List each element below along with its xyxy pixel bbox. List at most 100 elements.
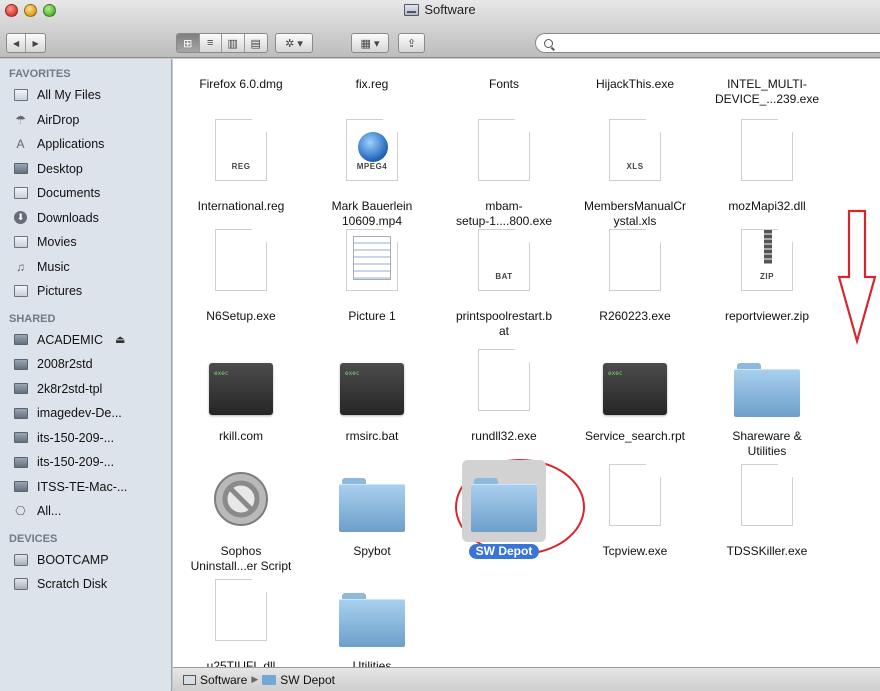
- forward-button[interactable]: ▶: [26, 34, 45, 52]
- document-icon: [741, 119, 793, 181]
- path-item-root[interactable]: Software: [200, 673, 247, 687]
- file-item[interactable]: Service_search.rpt: [567, 349, 703, 469]
- share-button[interactable]: ⇪: [398, 33, 425, 53]
- list-view-button[interactable]: ≡: [200, 34, 222, 52]
- file-item[interactable]: XLS MembersManualCr ystal.xls: [567, 119, 703, 239]
- file-item[interactable]: ZIP reportviewer.zip: [699, 229, 835, 349]
- sidebar-item-pictures[interactable]: Pictures: [0, 279, 171, 304]
- sidebar-item-label: Applications: [37, 137, 105, 152]
- file-item[interactable]: Tcpview.exe: [567, 464, 703, 584]
- path-bar: Software ▶ SW Depot: [173, 667, 880, 691]
- sidebar-item-downloads[interactable]: ⬇ Downloads: [0, 206, 171, 231]
- sidebar-item-label: Downloads: [37, 210, 99, 225]
- document-icon: [741, 464, 793, 526]
- file-item[interactable]: BAT printspoolrestart.b at: [436, 229, 572, 349]
- sidebar-item-label: AirDrop: [37, 112, 80, 127]
- sidebar-item-all-my-files[interactable]: All My Files: [0, 83, 171, 108]
- back-button[interactable]: ◀: [7, 34, 27, 52]
- sidebar-item-its-150-209[interactable]: its-150-209-...: [0, 450, 171, 475]
- search-icon: [544, 38, 553, 48]
- sidebar-item-label: Scratch Disk: [37, 577, 108, 592]
- folder-item[interactable]: Shareware & Utilities: [699, 349, 835, 469]
- sidebar-item-2008r2std[interactable]: 2008r2std: [0, 352, 171, 377]
- window-title-text: Software: [424, 2, 476, 17]
- documents-icon: [13, 186, 28, 200]
- sidebar-item-label: Movies: [37, 235, 77, 250]
- sidebar-section-header: FAVORITES: [9, 68, 71, 80]
- file-label: INTEL_MULTI- DEVICE_...239.exe: [714, 77, 820, 106]
- sidebar-item-bootcamp[interactable]: BOOTCAMP: [0, 548, 171, 573]
- sidebar-item-label: All...: [37, 504, 62, 519]
- file-item[interactable]: rundll32.exe: [436, 349, 572, 469]
- document-icon: [609, 229, 661, 291]
- sidebar-item-music[interactable]: ♫ Music: [0, 255, 171, 280]
- column-view-icon: ▥: [227, 37, 238, 50]
- search-input[interactable]: [558, 36, 858, 50]
- folder-item[interactable]: SW Depot: [436, 460, 572, 584]
- file-item[interactable]: MPEG4 Mark Bauerlein 10609.mp4: [304, 119, 440, 239]
- desktop-icon: [13, 162, 28, 176]
- file-label: reportviewer.zip: [724, 309, 810, 323]
- terminal-icon: [603, 363, 667, 415]
- icon-view-button[interactable]: ⊞: [177, 34, 200, 52]
- folder-item[interactable]: Spybot: [304, 464, 440, 584]
- sidebar-item-desktop[interactable]: Desktop: [0, 157, 171, 182]
- view-mode-control: ⊞ ≡ ▥ ▤: [176, 33, 268, 53]
- sidebar-item-label: ITSS-TE-Mac-...: [37, 479, 128, 494]
- path-item-current[interactable]: SW Depot: [280, 673, 335, 687]
- file-item[interactable]: rkill.com: [173, 349, 309, 469]
- file-label: rkill.com: [219, 429, 263, 443]
- sidebar-item-label: imagedev-De...: [37, 406, 122, 421]
- file-item[interactable]: mozMapi32.dll: [699, 119, 835, 239]
- file-label: TDSSKiller.exe: [726, 544, 808, 558]
- file-label: fix.reg: [355, 77, 389, 91]
- sidebar-section-header: SHARED: [9, 312, 56, 325]
- sidebar-item-airdrop[interactable]: ☂ AirDrop: [0, 108, 171, 133]
- drive-icon: [183, 674, 196, 685]
- back-icon: ◀: [12, 38, 20, 48]
- file-item[interactable]: Picture 1: [304, 229, 440, 349]
- file-item[interactable]: REG International.reg: [173, 119, 309, 239]
- file-label: Shareware & Utilities: [732, 429, 802, 458]
- file-item[interactable]: mbam- setup-1....800.exe: [436, 119, 572, 239]
- file-item[interactable]: TDSSKiller.exe: [699, 464, 835, 584]
- sidebar-item-imagedev-de[interactable]: imagedev-De...: [0, 401, 171, 426]
- sidebar-item-label: 2k8r2std-tpl: [37, 381, 103, 396]
- network-icon: ⎔: [15, 504, 26, 519]
- applications-icon: A: [16, 137, 25, 152]
- file-item[interactable]: R260223.exe: [567, 229, 703, 349]
- sidebar-item-all[interactable]: ⎔ All...: [0, 499, 171, 524]
- server-icon: [13, 382, 28, 396]
- sidebar-item-applications[interactable]: A Applications: [0, 132, 171, 157]
- column-view-button[interactable]: ▥: [222, 34, 245, 52]
- sidebar-item-academic[interactable]: ACADEMIC ⏏: [0, 328, 171, 353]
- sidebar-item-scratch-disk[interactable]: Scratch Disk: [0, 572, 171, 597]
- file-item[interactable]: u25TIUFL.dll: [173, 579, 309, 667]
- action-menu-button[interactable]: ✲ ▾: [275, 33, 313, 53]
- sidebar-item-label: its-150-209-...: [37, 430, 115, 445]
- file-item[interactable]: Sophos Uninstall...er Script: [173, 464, 309, 584]
- search-field[interactable]: [535, 33, 880, 53]
- file-item[interactable]: rmsirc.bat: [304, 349, 440, 469]
- movies-icon: [13, 235, 28, 249]
- sidebar-item-its-150-209[interactable]: its-150-209-...: [0, 426, 171, 451]
- document-icon: [609, 464, 661, 526]
- sidebar-item-2k8r2std-tpl[interactable]: 2k8r2std-tpl: [0, 377, 171, 402]
- sidebar-item-label: Documents: [37, 186, 101, 201]
- file-label: u25TIUFL.dll: [206, 659, 276, 667]
- document-icon: [215, 579, 267, 641]
- sidebar-item-itss-te-mac[interactable]: ITSS-TE-Mac-...: [0, 475, 171, 500]
- folder-item[interactable]: Utilities: [304, 579, 440, 667]
- file-label: Sophos Uninstall...er Script: [190, 544, 292, 573]
- file-item[interactable]: N6Setup.exe: [173, 229, 309, 349]
- eject-icon[interactable]: ⏏: [115, 333, 125, 346]
- video-file-icon: MPEG4: [346, 119, 398, 181]
- sidebar-item-label: Desktop: [37, 161, 83, 176]
- arrange-menu-button[interactable]: ▦ ▾: [351, 33, 389, 53]
- sidebar-item-movies[interactable]: Movies: [0, 230, 171, 255]
- sidebar-item-documents[interactable]: Documents: [0, 181, 171, 206]
- computer-icon: [13, 406, 28, 420]
- file-type-tag: XLS: [626, 162, 644, 171]
- coverflow-view-button[interactable]: ▤: [245, 34, 267, 52]
- sidebar-item-label: BOOTCAMP: [37, 552, 109, 567]
